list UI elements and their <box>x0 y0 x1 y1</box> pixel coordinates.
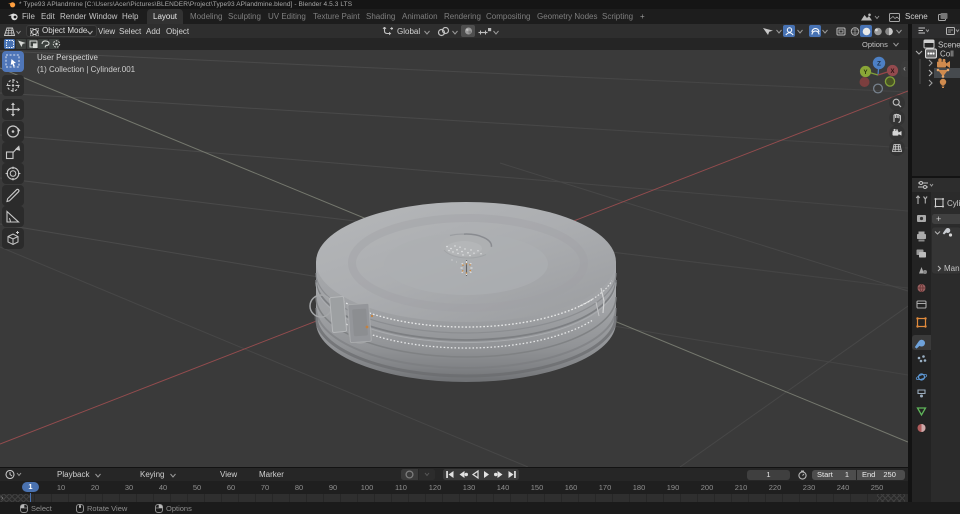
svg-text:Coll: Coll <box>940 50 954 59</box>
svg-text:Z: Z <box>877 61 881 68</box>
svg-text:Y: Y <box>863 70 867 76</box>
svg-text:+: + <box>936 214 941 224</box>
svg-text:Man: Man <box>944 264 960 273</box>
svg-text:Scene C: Scene C <box>938 41 960 50</box>
svg-text:X: X <box>890 69 894 75</box>
svg-text:Cyli: Cyli <box>947 199 960 208</box>
